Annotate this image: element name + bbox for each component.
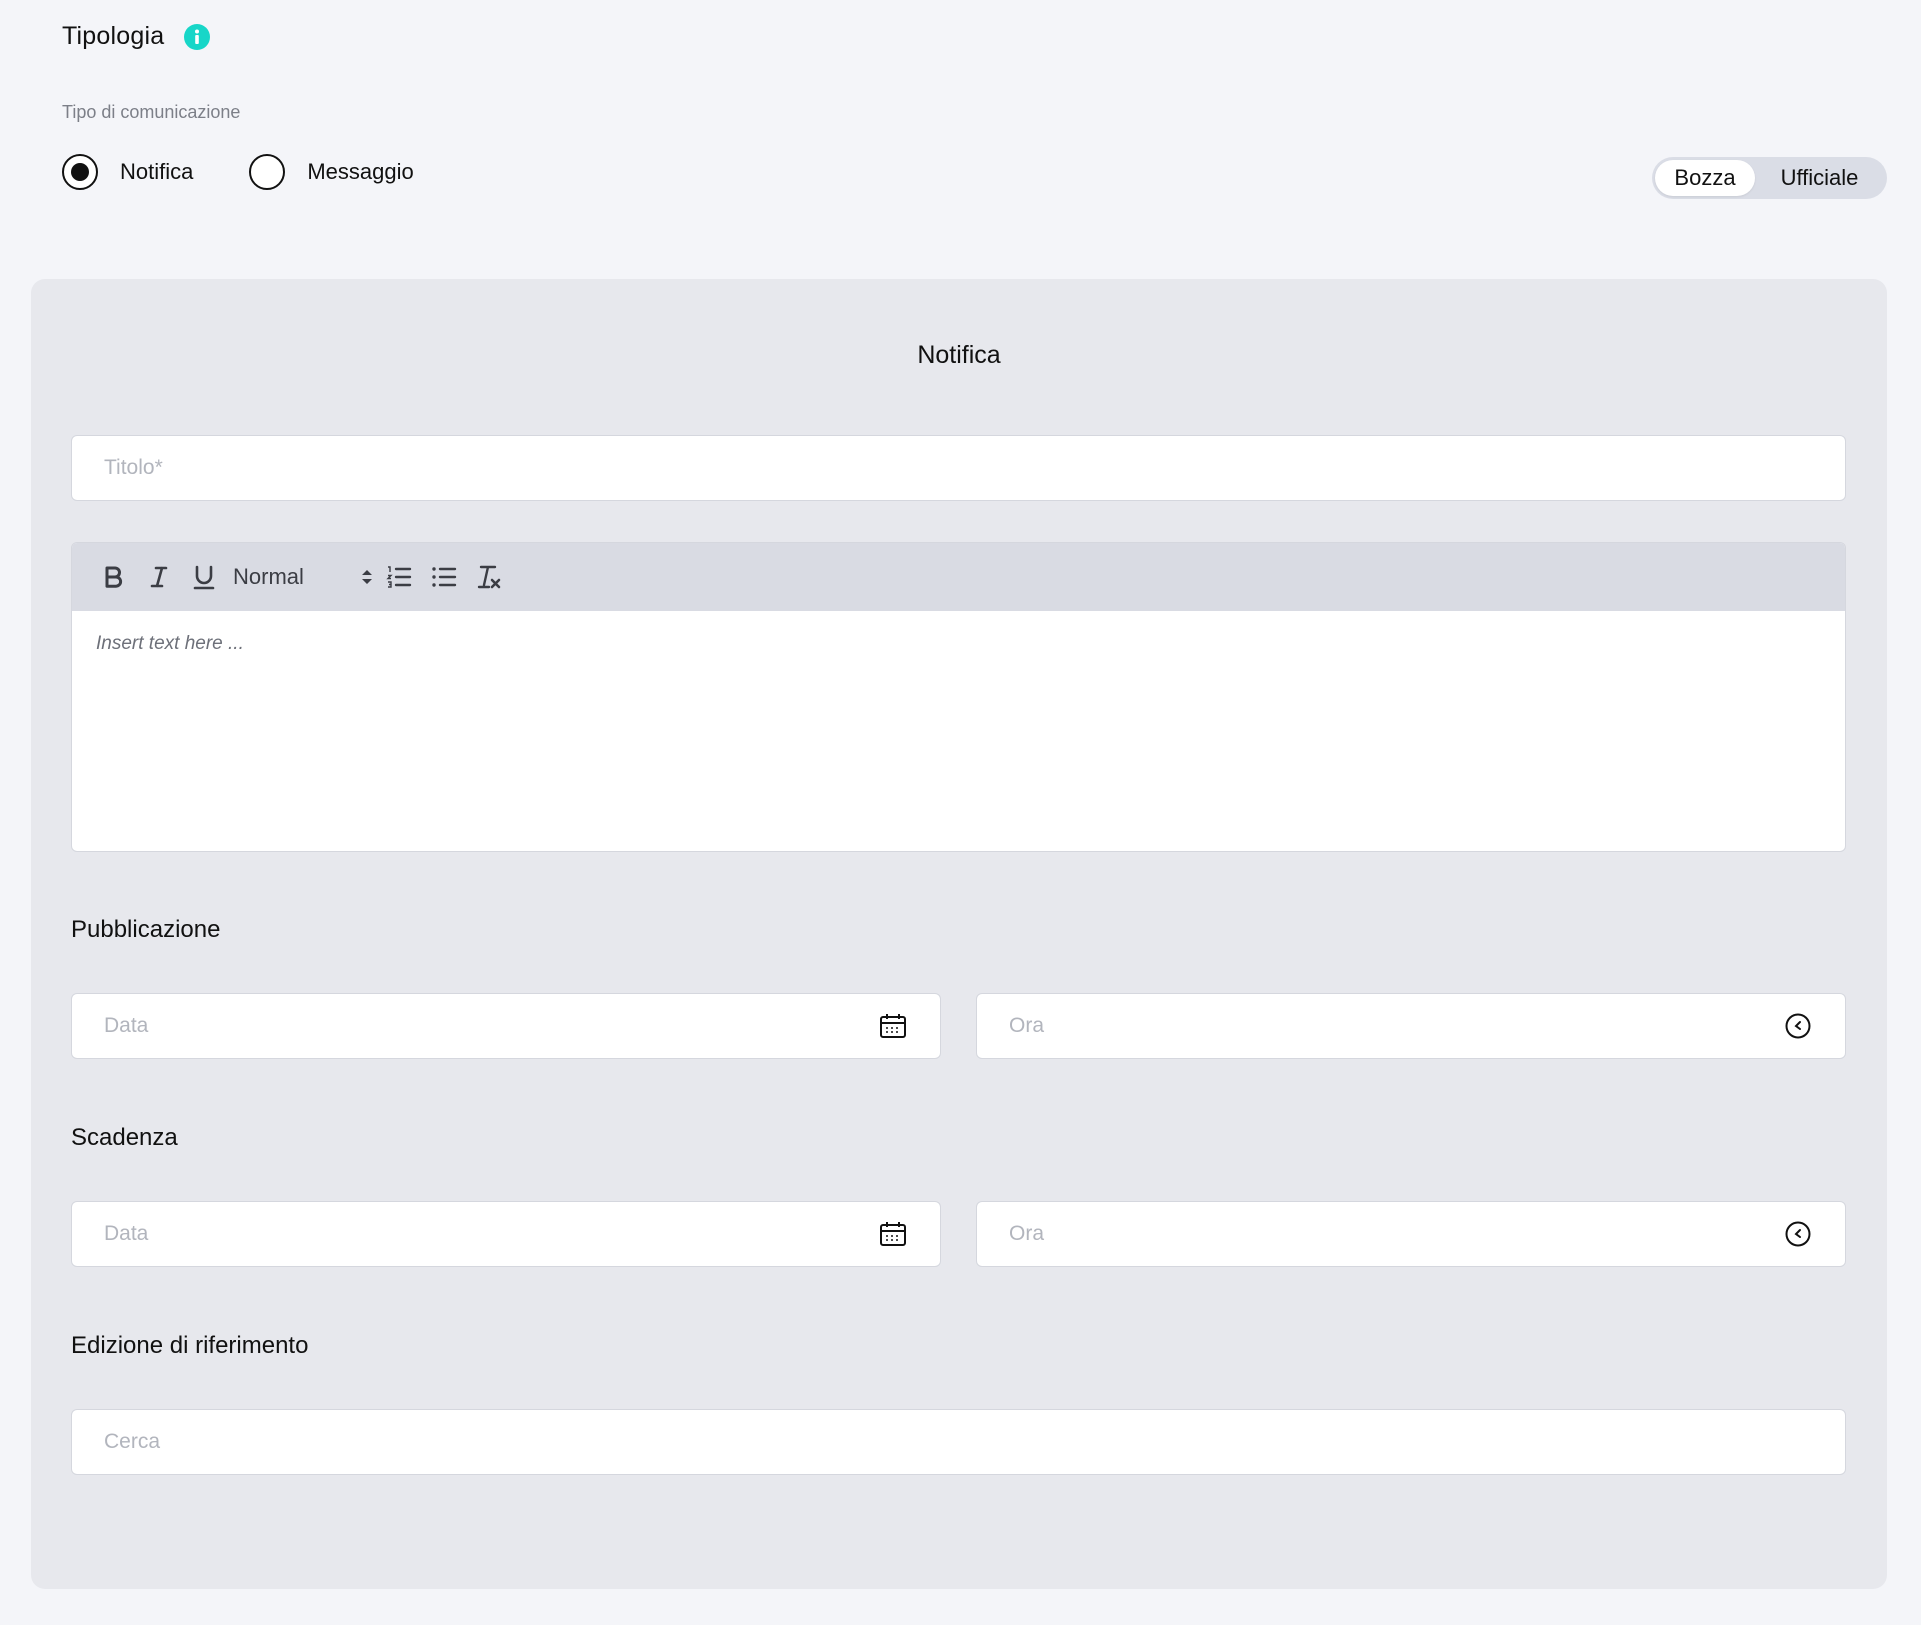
editor-toolbar: Normal [72, 543, 1845, 611]
page: Tipologia Tipo di comunicazione Notifica… [0, 0, 1921, 1625]
type-label: Tipo di comunicazione [62, 102, 241, 122]
edition-search-input[interactable] [104, 1430, 1813, 1454]
publication-date-field [71, 993, 941, 1059]
select-arrows-icon [362, 570, 372, 584]
radio-label-messaggio: Messaggio [307, 159, 414, 184]
editor-content[interactable]: Insert text here ... [72, 611, 1845, 677]
radio-option-notifica[interactable]: Notifica [62, 154, 193, 190]
edition-heading: Edizione di riferimento [71, 1332, 309, 1359]
calendar-icon[interactable] [878, 1219, 908, 1249]
radio-label-notifica: Notifica [120, 159, 194, 184]
bold-icon[interactable] [94, 557, 134, 597]
publication-time-field [976, 993, 1846, 1059]
expiry-date-input[interactable] [104, 1222, 878, 1246]
section-title: Tipologia [62, 22, 165, 50]
radio-button-unselected[interactable] [249, 154, 286, 190]
format-select[interactable]: Normal [233, 557, 373, 597]
tipologia-header: Tipologia [62, 22, 211, 51]
expiry-heading: Scadenza [71, 1124, 178, 1151]
title-field [71, 435, 1846, 501]
italic-icon[interactable] [139, 557, 179, 597]
bullet-list-icon[interactable] [424, 557, 464, 597]
communication-type-radio-group: Notifica Messaggio [62, 154, 414, 190]
publication-time-input[interactable] [1009, 1014, 1783, 1038]
ordered-list-icon[interactable] [379, 557, 419, 597]
notification-form-card: Notifica Normal [31, 279, 1887, 1589]
title-input[interactable] [104, 456, 1813, 480]
toggle-option-bozza[interactable]: Bozza [1655, 160, 1755, 196]
info-icon[interactable] [184, 23, 211, 50]
form-title: Notifica [917, 341, 1001, 369]
publication-date-input[interactable] [104, 1014, 878, 1038]
toggle-option-ufficiale[interactable]: Ufficiale [1755, 160, 1884, 196]
editor-placeholder: Insert text here ... [96, 633, 244, 654]
rich-text-editor: Normal Insert text here ... [71, 542, 1846, 852]
underline-icon[interactable] [184, 557, 224, 597]
publication-heading: Pubblicazione [71, 916, 221, 943]
status-toggle: Bozza Ufficiale [1652, 157, 1887, 199]
expiry-time-input[interactable] [1009, 1222, 1783, 1246]
calendar-icon[interactable] [878, 1011, 908, 1041]
expiry-time-field [976, 1201, 1846, 1267]
clock-icon[interactable] [1783, 1011, 1813, 1041]
clock-icon[interactable] [1783, 1219, 1813, 1249]
format-select-value: Normal [233, 564, 304, 589]
radio-option-messaggio[interactable]: Messaggio [249, 154, 414, 190]
radio-dot [71, 163, 89, 181]
radio-button-selected[interactable] [62, 154, 98, 190]
edition-search-field [71, 1409, 1846, 1475]
clear-format-icon[interactable] [469, 557, 509, 597]
expiry-date-field [71, 1201, 941, 1267]
